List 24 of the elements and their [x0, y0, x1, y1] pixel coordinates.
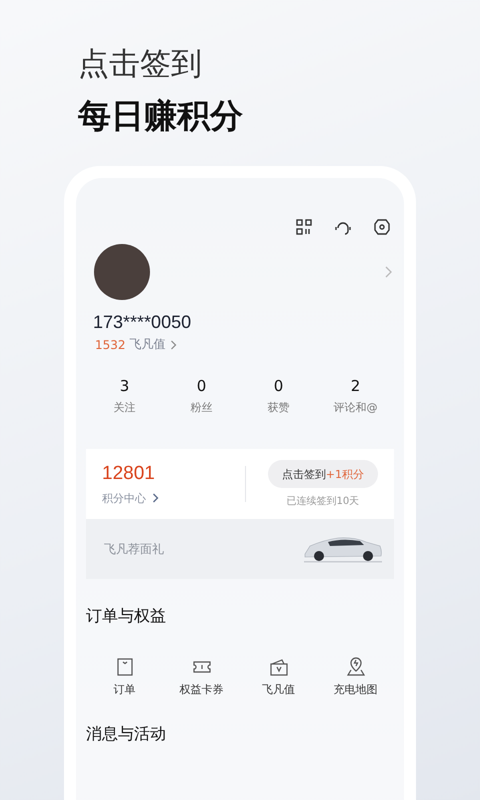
map-pin-icon	[346, 657, 366, 677]
shortcut-item[interactable]: 订单	[86, 657, 163, 697]
sign-in-button[interactable]: 点击签到+1积分	[268, 460, 378, 488]
stat-item[interactable]: 2 评论和@	[317, 377, 394, 415]
shortcut-item[interactable]: 飞凡值	[240, 657, 317, 697]
chevron-right-icon	[170, 340, 177, 350]
section-title: 订单与权益	[86, 606, 167, 627]
chevron-right-icon	[152, 493, 159, 503]
stat-item[interactable]: 0 获赞	[240, 377, 317, 415]
shortcut-item[interactable]: 权益卡券	[163, 657, 240, 697]
sign-in-streak: 已连续签到10天	[286, 494, 360, 508]
section-title: 消息与活动	[86, 724, 167, 745]
qr-code-icon[interactable]	[295, 218, 313, 236]
headline-subtitle: 点击签到	[78, 45, 203, 84]
shortcut-item[interactable]: 充电地图	[317, 657, 394, 697]
settings-icon[interactable]	[373, 218, 391, 236]
bag-icon	[114, 657, 134, 677]
wallet-icon	[268, 657, 288, 677]
headline-title: 每日赚积分	[78, 95, 244, 137]
user-phone-number: 173****0050	[93, 312, 192, 333]
points-balance: 12801	[102, 462, 156, 484]
feifan-value-link[interactable]: 1532 飞凡值	[95, 336, 177, 353]
stat-item[interactable]: 3 关注	[86, 377, 163, 415]
stat-item[interactable]: 0 粉丝	[163, 377, 240, 415]
